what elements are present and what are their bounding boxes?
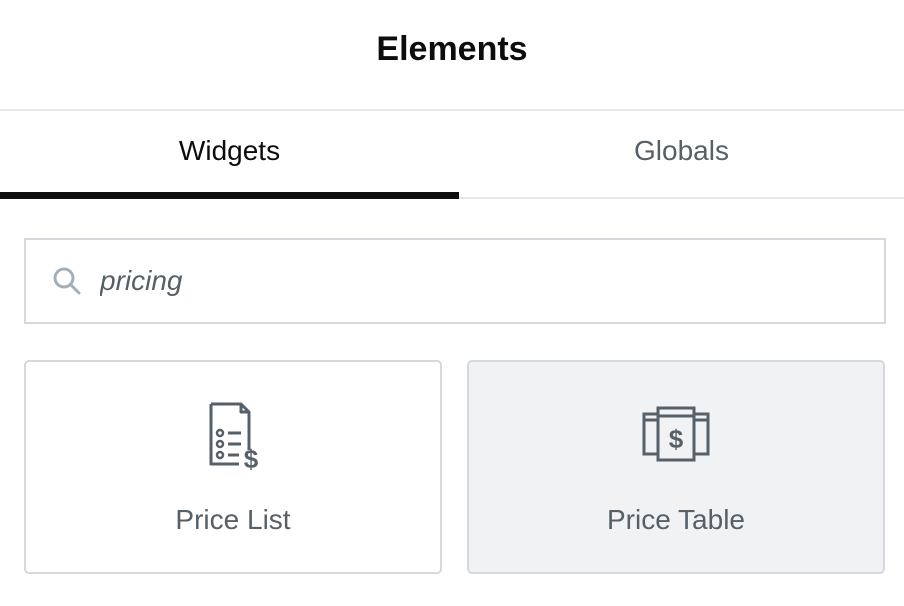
active-tab-indicator xyxy=(0,192,459,199)
panel-title: Elements xyxy=(376,30,528,68)
svg-text:$: $ xyxy=(669,424,684,454)
price-table-icon: $ xyxy=(640,400,712,472)
widget-label: Price List xyxy=(175,504,291,535)
widget-price-list[interactable]: $ Price List xyxy=(24,360,442,574)
tab-globals[interactable]: Globals xyxy=(459,111,904,197)
widget-price-table[interactable]: $ Price Table xyxy=(467,360,885,574)
tab-globals-label: Globals xyxy=(634,135,729,166)
search-box xyxy=(24,238,886,324)
tab-widgets-label: Widgets xyxy=(178,135,281,166)
widget-label: Price Table xyxy=(606,504,745,535)
tab-bar: Widgets Globals xyxy=(0,111,904,199)
panel-header: Elements xyxy=(0,0,904,111)
price-list-icon: $ xyxy=(197,400,269,472)
svg-text:$: $ xyxy=(244,444,259,472)
tab-widgets[interactable]: Widgets xyxy=(0,111,459,199)
search-icon xyxy=(52,266,82,296)
search-input[interactable] xyxy=(98,264,842,298)
